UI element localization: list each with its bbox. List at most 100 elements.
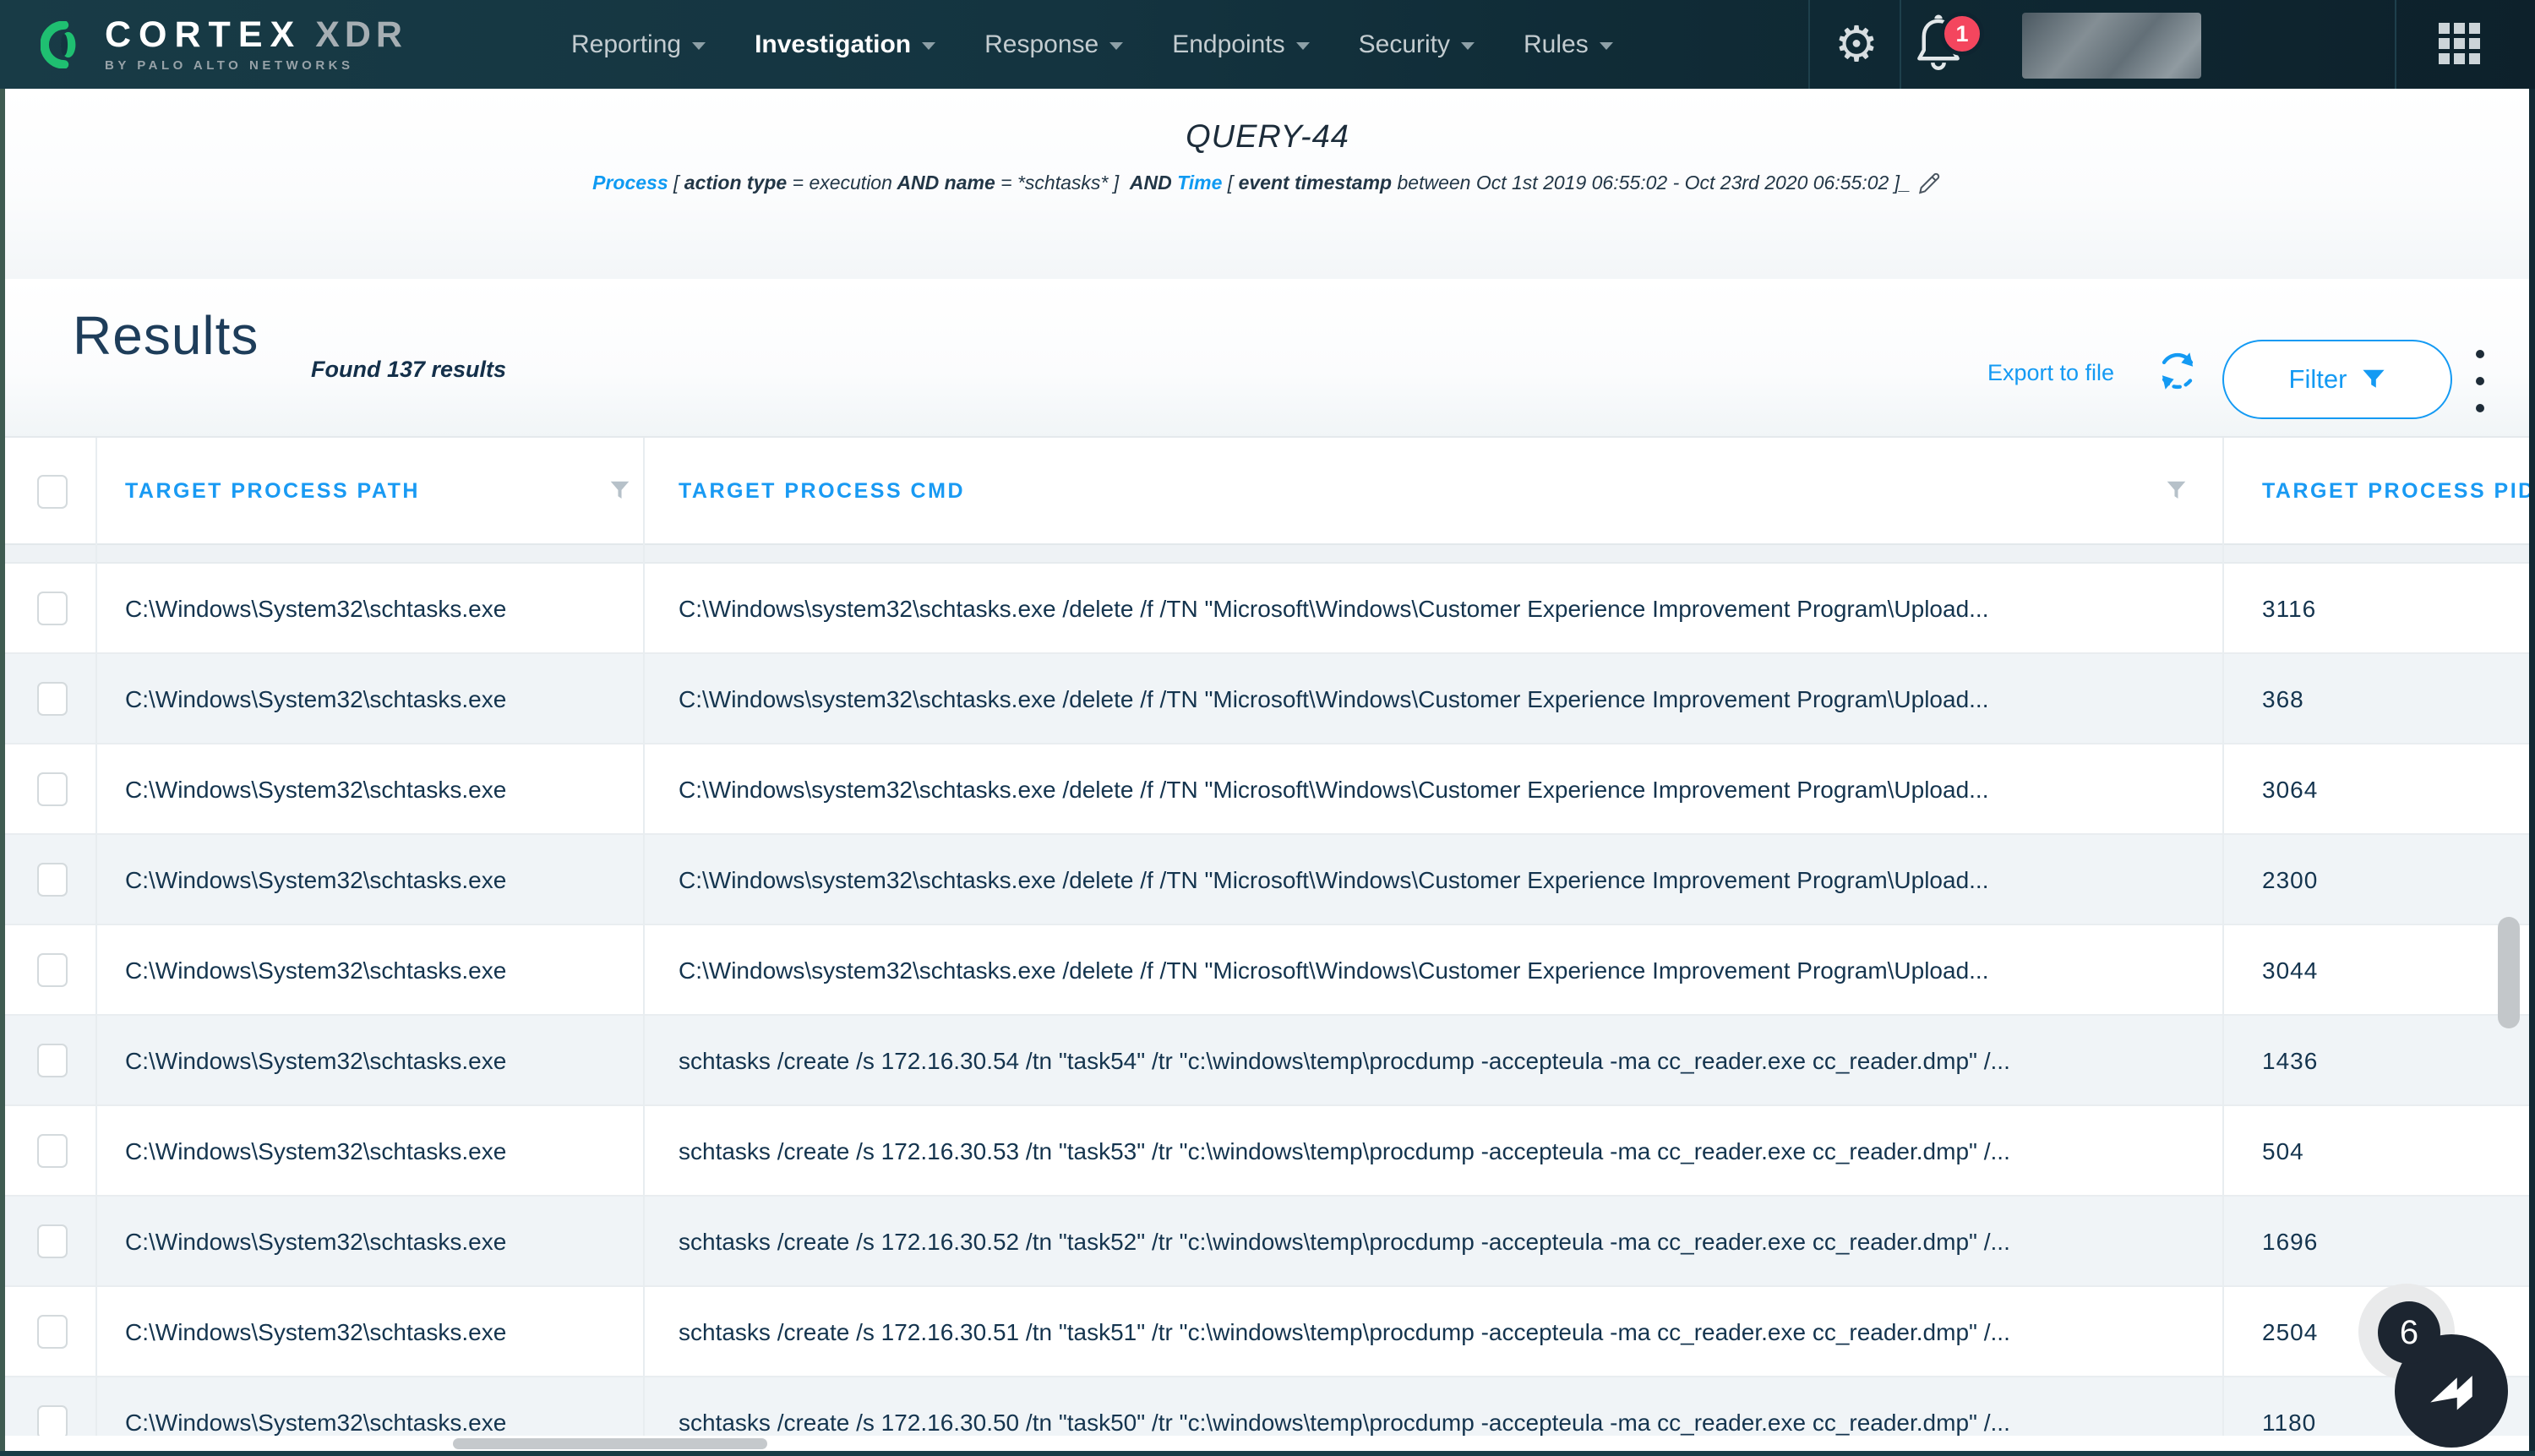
table-row[interactable]: C:\Windows\System32\schtasks.exe C:\Wind…: [5, 835, 2529, 925]
cell-target-process-path: C:\Windows\System32\schtasks.exe: [125, 1197, 632, 1287]
table-options-button[interactable]: [2474, 350, 2486, 412]
column-header-target-process-cmd[interactable]: TARGET PROCESS CMD: [679, 438, 965, 545]
nav-item-label: Endpoints: [1172, 30, 1284, 59]
chevron-down-icon: [1600, 42, 1613, 50]
nav-item[interactable]: Reporting: [571, 30, 706, 59]
column-divider: [643, 438, 645, 1451]
cell-target-process-pid: 2300: [2262, 835, 2516, 925]
cell-target-process-cmd: schtasks /create /s 172.16.30.51 /tn "ta…: [679, 1287, 2208, 1377]
cell-target-process-cmd: schtasks /create /s 172.16.30.52 /tn "ta…: [679, 1197, 2208, 1287]
cell-target-process-pid: 3044: [2262, 925, 2516, 1016]
row-checkbox[interactable]: [37, 682, 68, 716]
pencil-icon: [1916, 169, 1943, 196]
query-segment: [: [1222, 172, 1238, 194]
table-row[interactable]: C:\Windows\System32\schtasks.exe C:\Wind…: [5, 744, 2529, 835]
filter-funnel-icon: [2362, 368, 2385, 390]
table-row[interactable]: C:\Windows\System32\schtasks.exe schtask…: [5, 1197, 2529, 1287]
top-navbar: CORTEX XDR BY PALO ALTO NETWORKS Reporti…: [0, 0, 2535, 89]
table-row[interactable]: C:\Windows\System32\schtasks.exe C:\Wind…: [5, 564, 2529, 654]
table-body: C:\Windows\System32\schtasks.exe C:\Wind…: [5, 564, 2529, 1451]
nav-item-label: Response: [984, 30, 1098, 59]
cell-target-process-cmd: C:\Windows\system32\schtasks.exe /delete…: [679, 654, 2208, 744]
query-segment: between Oct 1st 2019 06:55:02 - Oct 23rd…: [1392, 172, 1889, 194]
query-expression-row: Process [ action type = execution AND na…: [0, 169, 2535, 196]
row-checkbox[interactable]: [37, 1134, 68, 1168]
partial-row: [5, 545, 2529, 564]
query-segment: [: [668, 172, 684, 194]
settings-button[interactable]: ⚙: [1827, 0, 1886, 89]
cell-target-process-path: C:\Windows\System32\schtasks.exe: [125, 654, 632, 744]
brand-suffix: XDR: [315, 17, 407, 53]
main-nav: Reporting Investigation Response Endpoin…: [571, 0, 1613, 89]
table-row[interactable]: C:\Windows\System32\schtasks.exe schtask…: [5, 1287, 2529, 1377]
cell-target-process-pid: 3064: [2262, 744, 2516, 835]
results-bar: Results Found 137 results Export to file…: [0, 279, 2535, 438]
query-segment: AND name: [892, 172, 995, 194]
horizontal-scrollbar-thumb[interactable]: [453, 1438, 767, 1449]
nav-item[interactable]: Rules: [1524, 30, 1613, 59]
nav-item-label: Rules: [1524, 30, 1589, 59]
query-segment: AND: [1130, 172, 1177, 194]
vertical-scrollbar-thumb[interactable]: [2498, 917, 2520, 1028]
user-account[interactable]: [2022, 13, 2201, 79]
left-frame-edge: [0, 89, 5, 1456]
export-to-file-link[interactable]: Export to file: [1987, 360, 2114, 386]
results-title: Results: [73, 304, 259, 367]
row-checkbox[interactable]: [37, 1315, 68, 1349]
brand[interactable]: CORTEX XDR BY PALO ALTO NETWORKS: [41, 0, 407, 89]
nav-item-label: Reporting: [571, 30, 681, 59]
cell-target-process-pid: 504: [2262, 1106, 2516, 1197]
select-all-checkbox[interactable]: [37, 475, 68, 509]
row-checkbox[interactable]: [37, 772, 68, 806]
chat-send-icon: [2421, 1361, 2482, 1421]
table-row[interactable]: C:\Windows\System32\schtasks.exe schtask…: [5, 1016, 2529, 1106]
nav-divider: [1900, 0, 1901, 89]
cell-target-process-pid: 1696: [2262, 1197, 2516, 1287]
chevron-down-icon: [1296, 42, 1310, 50]
cell-target-process-path: C:\Windows\System32\schtasks.exe: [125, 564, 632, 654]
nav-item[interactable]: Security: [1359, 30, 1475, 59]
cell-target-process-cmd: C:\Windows\system32\schtasks.exe /delete…: [679, 744, 2208, 835]
nav-item[interactable]: Response: [984, 30, 1123, 59]
table-row[interactable]: C:\Windows\System32\schtasks.exe schtask…: [5, 1106, 2529, 1197]
cell-target-process-pid: 3116: [2262, 564, 2516, 654]
column-filter-icon[interactable]: [2165, 480, 2188, 501]
cell-target-process-path: C:\Windows\System32\schtasks.exe: [125, 1106, 632, 1197]
nav-item-active[interactable]: Investigation: [755, 30, 935, 59]
row-checkbox[interactable]: [37, 1044, 68, 1077]
column-header-target-process-path[interactable]: TARGET PROCESS PATH: [125, 438, 420, 545]
refresh-button[interactable]: [2153, 346, 2202, 395]
table-row[interactable]: C:\Windows\System32\schtasks.exe C:\Wind…: [5, 925, 2529, 1016]
query-field-link[interactable]: Process: [592, 172, 668, 194]
chevron-down-icon: [1109, 42, 1123, 50]
query-segment: event timestamp: [1239, 172, 1393, 194]
query-segment: action type: [684, 172, 787, 194]
app-switcher-button[interactable]: [2439, 23, 2483, 67]
row-checkbox[interactable]: [37, 1405, 68, 1439]
chevron-down-icon: [692, 42, 706, 50]
cell-target-process-path: C:\Windows\System32\schtasks.exe: [125, 744, 632, 835]
column-filter-icon[interactable]: [608, 480, 631, 501]
filter-button-label: Filter: [2289, 364, 2347, 395]
sync-icon: [2153, 346, 2202, 395]
column-header-target-process-pid[interactable]: TARGET PROCESS PID: [2262, 438, 2529, 545]
column-divider: [2222, 438, 2224, 1451]
brand-name: CORTEX: [105, 17, 302, 53]
cell-target-process-pid: 1436: [2262, 1016, 2516, 1106]
row-checkbox[interactable]: [37, 1224, 68, 1258]
cell-target-process-pid: 368: [2262, 654, 2516, 744]
query-field-link[interactable]: Time: [1177, 172, 1222, 194]
table-header-row: TARGET PROCESS PATH TARGET PROCESS CMD T…: [5, 438, 2529, 545]
nav-item[interactable]: Endpoints: [1172, 30, 1309, 59]
row-checkbox[interactable]: [37, 863, 68, 897]
row-checkbox[interactable]: [37, 953, 68, 987]
grid-icon: [2439, 23, 2450, 34]
filter-button[interactable]: Filter: [2222, 340, 2452, 419]
cell-target-process-cmd: C:\Windows\system32\schtasks.exe /delete…: [679, 925, 2208, 1016]
edit-query-button[interactable]: [1916, 169, 1943, 196]
query-title: QUERY-44: [0, 89, 2535, 155]
cell-target-process-path: C:\Windows\System32\schtasks.exe: [125, 835, 632, 925]
table-row[interactable]: C:\Windows\System32\schtasks.exe C:\Wind…: [5, 654, 2529, 744]
row-checkbox[interactable]: [37, 592, 68, 625]
query-header: QUERY-44 Process [ action type = executi…: [0, 89, 2535, 279]
